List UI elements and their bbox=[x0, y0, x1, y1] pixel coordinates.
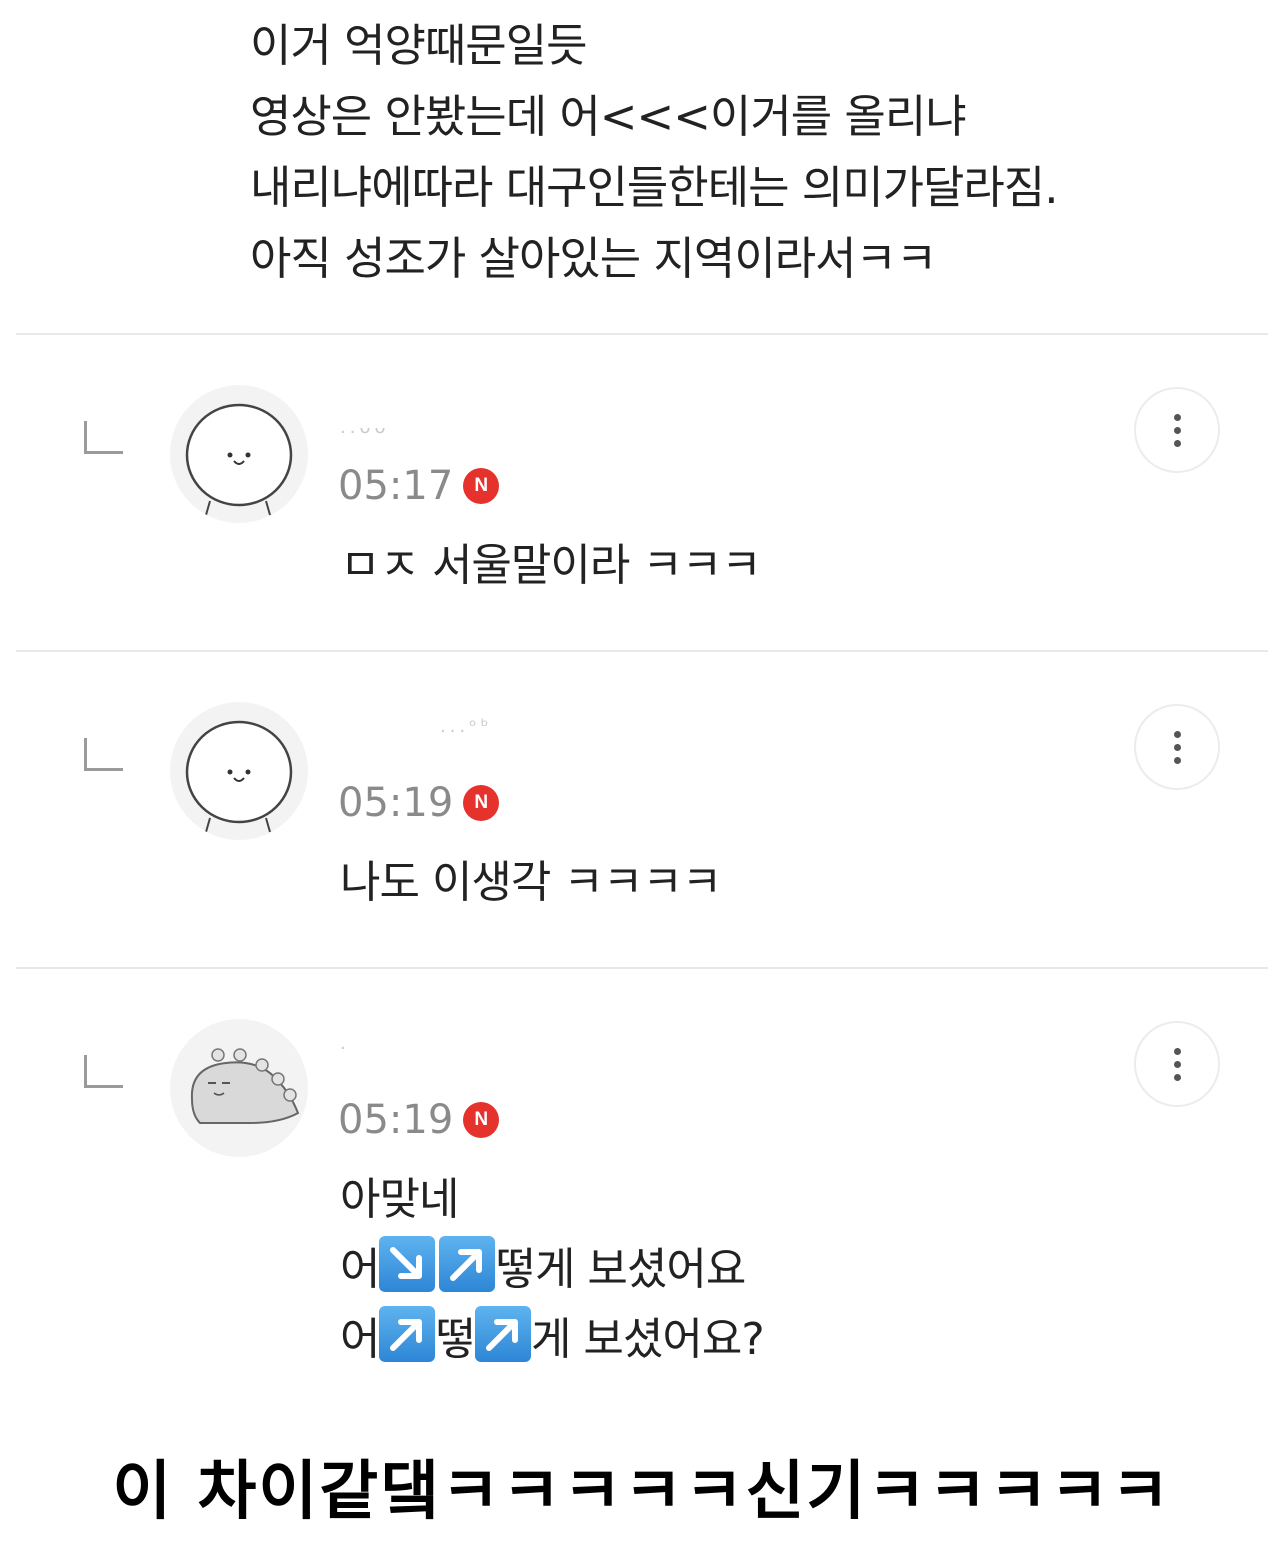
text-fragment: 게 보셨어요? bbox=[530, 1314, 765, 1365]
comment-line: 어 떻게 보셨어요 bbox=[340, 1235, 764, 1305]
arrow-up-right-icon bbox=[439, 1236, 496, 1292]
more-options-button[interactable] bbox=[1134, 387, 1220, 473]
dot-icon bbox=[1173, 426, 1181, 434]
comment-line: 어 떻 게 보셨어요? bbox=[340, 1305, 765, 1375]
timestamp: 05:19 bbox=[338, 780, 454, 826]
dot-icon bbox=[1173, 413, 1181, 421]
text-fragment: 어 bbox=[340, 1314, 380, 1365]
username[interactable]: . bbox=[340, 1033, 350, 1054]
username[interactable]: ..ᴗᴗ bbox=[340, 417, 389, 438]
timestamp: 05:19 bbox=[338, 1097, 454, 1143]
post-line: 영상은 안봤는데 어<<<이거를 올리냐 bbox=[250, 90, 967, 143]
comment-text: ㅁㅈ 서울말이라 ㅋㅋㅋ bbox=[340, 540, 762, 591]
comment-text: 아맞네 어 떻게 보셨어요 어떻게 보셨어요? bbox=[340, 1165, 765, 1375]
comment-meta: 05:17 N bbox=[338, 463, 500, 509]
dot-icon bbox=[1173, 743, 1181, 751]
post-line: 아직 성조가 살아있는 지역이라서ㅋㅋ bbox=[250, 232, 937, 285]
post-content: 이거 억양때문일듯 영상은 안봤는데 어<<<이거를 올리냐 내리냐에따라 대구… bbox=[250, 10, 1059, 294]
more-options-button[interactable] bbox=[1134, 704, 1220, 790]
dot-icon bbox=[1173, 1073, 1181, 1081]
avatar[interactable] bbox=[170, 385, 308, 523]
reply-comment: . 05:19 N 아맞네 어 떻게 보셨어요 어떻게 보셨어요? bbox=[0, 969, 1284, 1409]
meme-caption: 이 차이같댘ㅋㅋㅋㅋㅋ신기ㅋㅋㅋㅋㅋ bbox=[112, 1455, 1172, 1529]
arrow-up-right-icon bbox=[379, 1306, 436, 1362]
username[interactable]: ...ᵒᵇ bbox=[440, 716, 492, 737]
arrow-down-right-icon bbox=[379, 1236, 436, 1292]
cat-face-icon bbox=[185, 403, 293, 516]
reply-arrow-icon bbox=[84, 1055, 123, 1088]
dot-icon bbox=[1173, 756, 1181, 764]
new-badge: N bbox=[463, 468, 500, 504]
comment-text: 나도 이생각 ㅋㅋㅋㅋ bbox=[340, 857, 722, 908]
comment-meta: 05:19 N bbox=[338, 780, 500, 826]
dot-icon bbox=[1173, 730, 1181, 738]
text-fragment: 어 bbox=[340, 1244, 380, 1295]
dot-icon bbox=[1173, 1047, 1181, 1055]
text-fragment: 떻게 보셨어요 bbox=[495, 1244, 746, 1295]
timestamp: 05:17 bbox=[338, 463, 454, 509]
comment-line: 아맞네 bbox=[340, 1174, 459, 1225]
reply-arrow-icon bbox=[84, 738, 123, 771]
dinosaur-icon bbox=[190, 1048, 300, 1124]
reply-arrow-icon bbox=[84, 421, 123, 454]
dot-icon bbox=[1173, 1060, 1181, 1068]
new-badge: N bbox=[463, 785, 500, 821]
dot-icon bbox=[1173, 439, 1181, 447]
post-line: 이거 억양때문일듯 bbox=[250, 19, 588, 72]
cat-face-icon bbox=[185, 720, 293, 833]
avatar[interactable] bbox=[170, 1019, 308, 1157]
comment-meta: 05:19 N bbox=[338, 1097, 500, 1143]
avatar[interactable] bbox=[170, 702, 308, 840]
post-line: 내리냐에따라 대구인들한테는 의미가달라짐. bbox=[250, 161, 1059, 214]
reply-comment: ..ᴗᴗ 05:17 N ㅁㅈ 서울말이라 ㅋㅋㅋ bbox=[0, 335, 1284, 635]
arrow-up-right-icon bbox=[474, 1306, 531, 1362]
new-badge: N bbox=[463, 1102, 500, 1138]
reply-comment: ...ᵒᵇ 05:19 N 나도 이생각 ㅋㅋㅋㅋ bbox=[0, 652, 1284, 952]
more-options-button[interactable] bbox=[1134, 1021, 1220, 1107]
text-fragment: 떻 bbox=[435, 1314, 475, 1365]
